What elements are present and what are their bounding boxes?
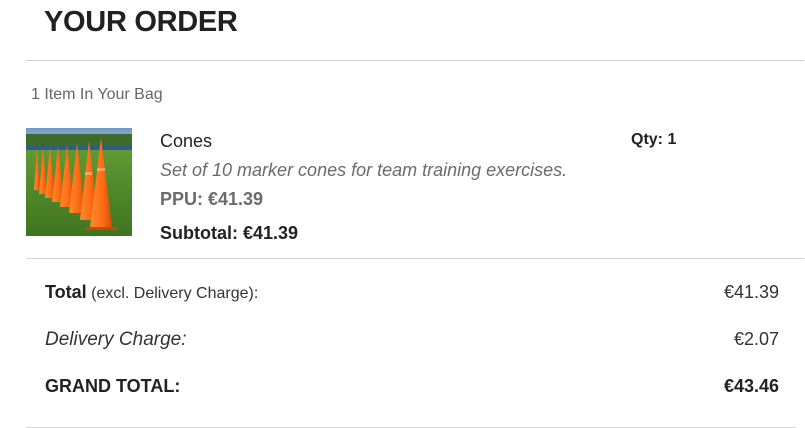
total-label-strong: Total xyxy=(45,282,87,302)
total-amount: €41.39 xyxy=(723,282,779,302)
total-row: Total (excl. Delivery Charge): €41.39 xyxy=(45,282,779,303)
grand-total-row: GRAND TOTAL: €43.46 xyxy=(45,376,779,397)
divider-top xyxy=(26,60,804,61)
item-quantity: Qty: 1 xyxy=(631,131,677,148)
grand-total-label: GRAND TOTAL: xyxy=(45,376,181,396)
grand-total-amount: €43.46 xyxy=(723,376,779,396)
delivery-row: Delivery Charge: €2.07 xyxy=(45,329,779,351)
order-summary-panel: YOUR ORDER 1 Item In Your Bag Cones Set … xyxy=(0,0,805,428)
item-subtotal: Subtotal: €41.39 xyxy=(160,223,299,243)
total-label: Total (excl. Delivery Charge): xyxy=(45,282,258,303)
delivery-label: Delivery Charge: xyxy=(45,329,187,350)
bag-item-count: 1 Item In Your Bag xyxy=(31,86,163,103)
price-per-unit: PPU: €41.39 xyxy=(160,189,264,209)
total-label-note: (excl. Delivery Charge): xyxy=(86,285,259,302)
page-title: YOUR ORDER xyxy=(44,6,238,38)
cones-image xyxy=(26,128,132,236)
delivery-amount: €2.07 xyxy=(733,329,779,349)
product-description: Set of 10 marker cones for team training… xyxy=(160,160,568,180)
product-thumbnail[interactable] xyxy=(26,128,132,236)
divider-middle xyxy=(26,258,804,259)
product-name[interactable]: Cones xyxy=(160,131,212,152)
